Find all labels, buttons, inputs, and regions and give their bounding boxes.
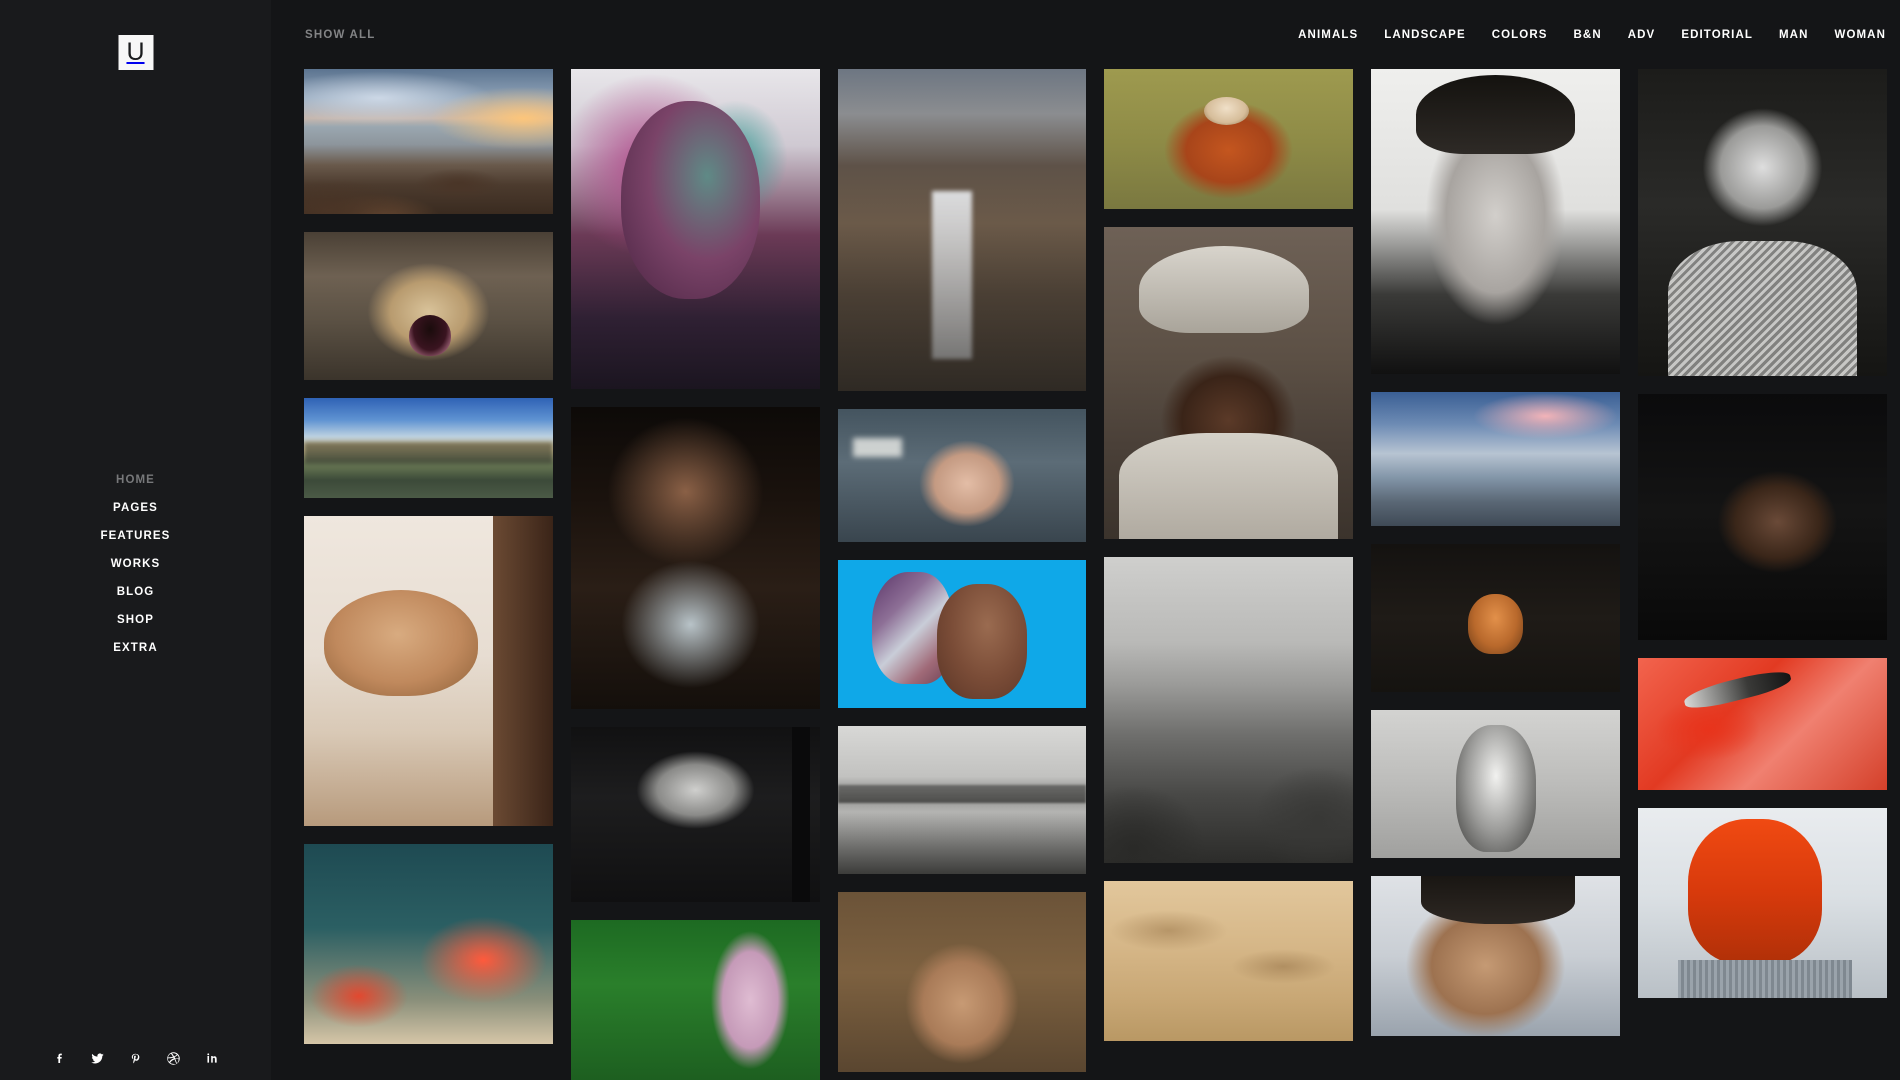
gallery-item[interactable] <box>1371 710 1621 858</box>
gallery-item[interactable] <box>1371 544 1621 692</box>
gallery-item-image <box>304 844 553 1044</box>
gallery-column-6 <box>1638 69 1887 1080</box>
gallery-item[interactable] <box>1638 808 1887 998</box>
gallery-item[interactable] <box>1371 69 1621 374</box>
gallery-filter-bar: SHOW ALL ANIMALS LANDSCAPE COLORS B&N ADV EDI… <box>271 0 1900 69</box>
filter-adv[interactable]: ADV <box>1628 29 1656 41</box>
gallery-item[interactable] <box>1371 876 1621 1036</box>
main-navigation: HOME PAGES FEATURES WORKS BLOG SHOP EXTRA <box>0 466 271 662</box>
gallery-item-image <box>1104 227 1354 539</box>
gallery-item-image <box>837 892 1087 1072</box>
logo-letter: U <box>126 38 145 66</box>
gallery-item[interactable] <box>570 727 820 902</box>
gallery-item-image <box>1104 557 1354 863</box>
gallery-item-image <box>837 409 1087 542</box>
gallery-column-5 <box>1371 69 1621 1080</box>
gallery-item[interactable] <box>304 69 553 214</box>
gallery-item[interactable] <box>1104 881 1354 1041</box>
gallery-item-image <box>1371 876 1621 1036</box>
nav-item-home[interactable]: HOME <box>112 466 159 494</box>
portfolio-grid <box>271 69 1900 1080</box>
gallery-item[interactable] <box>1638 394 1887 640</box>
gallery-item-image <box>1371 710 1621 858</box>
nav-item-features[interactable]: FEATURES <box>97 522 175 550</box>
gallery-item-image <box>1104 69 1354 209</box>
gallery-item[interactable] <box>837 560 1087 708</box>
gallery-column-1 <box>304 69 553 1080</box>
filter-landscape[interactable]: LANDSCAPE <box>1384 29 1465 41</box>
pinterest-icon[interactable] <box>128 1050 144 1066</box>
gallery-item[interactable] <box>304 516 553 826</box>
gallery-item[interactable] <box>1638 658 1887 790</box>
gallery-item[interactable] <box>570 920 820 1080</box>
nav-item-extra[interactable]: EXTRA <box>109 634 161 662</box>
gallery-item[interactable] <box>304 844 553 1044</box>
gallery-item-image <box>1104 881 1354 1041</box>
gallery-column-3 <box>837 69 1087 1080</box>
nav-item-blog[interactable]: BLOG <box>113 578 159 606</box>
gallery-column-4 <box>1104 69 1354 1080</box>
gallery-item-image <box>570 407 820 709</box>
nav-item-shop[interactable]: SHOP <box>113 606 158 634</box>
gallery-item-image <box>837 69 1087 391</box>
gallery-item-image <box>1371 69 1621 374</box>
filter-animals[interactable]: ANIMALS <box>1298 29 1358 41</box>
filter-editorial[interactable]: EDITORIAL <box>1681 29 1753 41</box>
dribbble-icon[interactable] <box>166 1050 182 1066</box>
twitter-icon[interactable] <box>90 1050 106 1066</box>
content-area: SHOW ALL ANIMALS LANDSCAPE COLORS B&N ADV EDI… <box>271 0 1900 1080</box>
gallery-item-image <box>304 232 553 380</box>
linkedin-icon[interactable] <box>204 1050 220 1066</box>
gallery-item-image <box>837 726 1087 874</box>
gallery-item-image <box>837 560 1087 708</box>
gallery-item-image <box>1371 544 1621 692</box>
gallery-item-image <box>304 398 553 498</box>
gallery-column-2 <box>570 69 820 1080</box>
gallery-item-image <box>1638 808 1887 998</box>
gallery-item[interactable] <box>837 409 1087 542</box>
gallery-item-image <box>570 727 820 902</box>
filter-woman[interactable]: WOMAN <box>1835 29 1887 41</box>
filter-b-n[interactable]: B&N <box>1574 29 1602 41</box>
gallery-item-image <box>304 69 553 214</box>
nav-item-works[interactable]: WORKS <box>107 550 165 578</box>
gallery-item[interactable] <box>837 69 1087 391</box>
gallery-item[interactable] <box>837 892 1087 1072</box>
facebook-icon[interactable] <box>52 1050 68 1066</box>
gallery-item[interactable] <box>1104 227 1354 539</box>
gallery-item[interactable] <box>1104 69 1354 209</box>
gallery-item-image <box>1371 392 1621 526</box>
filter-man[interactable]: MAN <box>1779 29 1809 41</box>
gallery-item-image <box>570 920 820 1080</box>
gallery-item-image <box>1638 394 1887 640</box>
gallery-item[interactable] <box>837 726 1087 874</box>
gallery-item-image <box>304 516 553 826</box>
sidebar: U HOME PAGES FEATURES WORKS BLOG SHOP EXTRA <box>0 0 271 1080</box>
nav-item-pages[interactable]: PAGES <box>109 494 162 522</box>
gallery-item-image <box>1638 69 1887 376</box>
gallery-item[interactable] <box>304 398 553 498</box>
filter-colors[interactable]: COLORS <box>1492 29 1548 41</box>
filter-show-all[interactable]: SHOW ALL <box>305 29 376 41</box>
gallery-item[interactable] <box>1371 392 1621 526</box>
gallery-item[interactable] <box>1638 69 1887 376</box>
social-links <box>0 1050 271 1066</box>
gallery-item[interactable] <box>304 232 553 380</box>
gallery-item-image <box>1638 658 1887 790</box>
gallery-item-image <box>570 69 820 389</box>
gallery-item[interactable] <box>570 69 820 389</box>
gallery-item[interactable] <box>1104 557 1354 863</box>
category-filters: ANIMALS LANDSCAPE COLORS B&N ADV EDITORIAL MAN… <box>1298 29 1886 41</box>
gallery-item[interactable] <box>570 407 820 709</box>
site-logo[interactable]: U <box>118 35 153 70</box>
